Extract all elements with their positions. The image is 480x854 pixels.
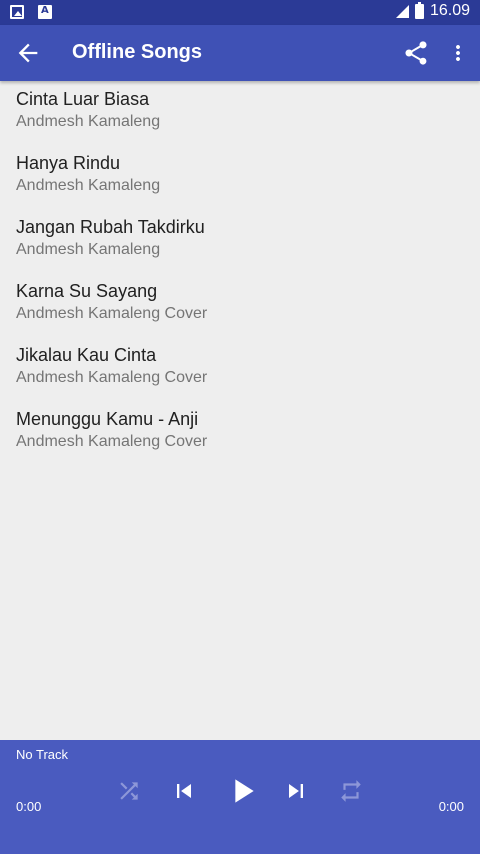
song-title: Jikalau Kau Cinta: [16, 345, 157, 365]
total-duration: 0:00: [438, 799, 464, 814]
song-list-item[interactable]: Menunggu Kamu - Anji Andmesh Kamaleng Co…: [0, 404, 480, 468]
notification-icons: [10, 5, 52, 19]
song-title: Hanya Rindu: [16, 153, 121, 173]
now-playing-track: No Track: [16, 747, 69, 762]
song-artist: Andmesh Kamaleng: [16, 113, 161, 130]
song-title: Cinta Luar Biasa: [16, 89, 150, 109]
status-time: 16.09: [429, 2, 470, 19]
player-bar: No Track 0:00 0:00: [0, 740, 480, 854]
song-artist: Andmesh Kamaleng: [16, 177, 161, 194]
play-icon[interactable]: [222, 771, 262, 811]
font-notification-icon: [38, 5, 52, 19]
song-artist: Andmesh Kamaleng Cover: [16, 305, 208, 322]
repeat-icon[interactable]: [338, 778, 364, 804]
back-arrow-icon[interactable]: [14, 39, 42, 67]
signal-icon: [395, 4, 409, 18]
image-notification-icon: [10, 5, 24, 19]
song-list: Cinta Luar Biasa Andmesh Kamaleng Hanya …: [0, 84, 480, 468]
battery-icon: [414, 1, 424, 19]
song-title: Menunggu Kamu - Anji: [16, 409, 199, 429]
status-bar: 16.09: [0, 0, 480, 25]
share-icon[interactable]: [402, 39, 430, 67]
page-title: Offline Songs: [72, 41, 202, 63]
song-list-item[interactable]: Karna Su Sayang Andmesh Kamaleng Cover: [0, 276, 480, 340]
song-list-item[interactable]: Cinta Luar Biasa Andmesh Kamaleng: [0, 84, 480, 148]
song-title: Jangan Rubah Takdirku: [16, 217, 205, 237]
skip-previous-icon[interactable]: [170, 777, 198, 805]
song-list-item[interactable]: Jangan Rubah Takdirku Andmesh Kamaleng: [0, 212, 480, 276]
song-list-item[interactable]: Hanya Rindu Andmesh Kamaleng: [0, 148, 480, 212]
skip-next-icon[interactable]: [282, 777, 310, 805]
song-artist: Andmesh Kamaleng Cover: [16, 369, 208, 386]
more-vert-icon[interactable]: [446, 39, 470, 67]
song-list-item[interactable]: Jikalau Kau Cinta Andmesh Kamaleng Cover: [0, 340, 480, 404]
song-title: Karna Su Sayang: [16, 281, 158, 301]
shuffle-icon[interactable]: [116, 778, 142, 804]
status-right: 16.09: [395, 1, 470, 20]
elapsed-time: 0:00: [16, 799, 42, 814]
song-artist: Andmesh Kamaleng: [16, 241, 161, 258]
song-artist: Andmesh Kamaleng Cover: [16, 433, 208, 450]
app-bar: Offline Songs: [0, 25, 480, 81]
